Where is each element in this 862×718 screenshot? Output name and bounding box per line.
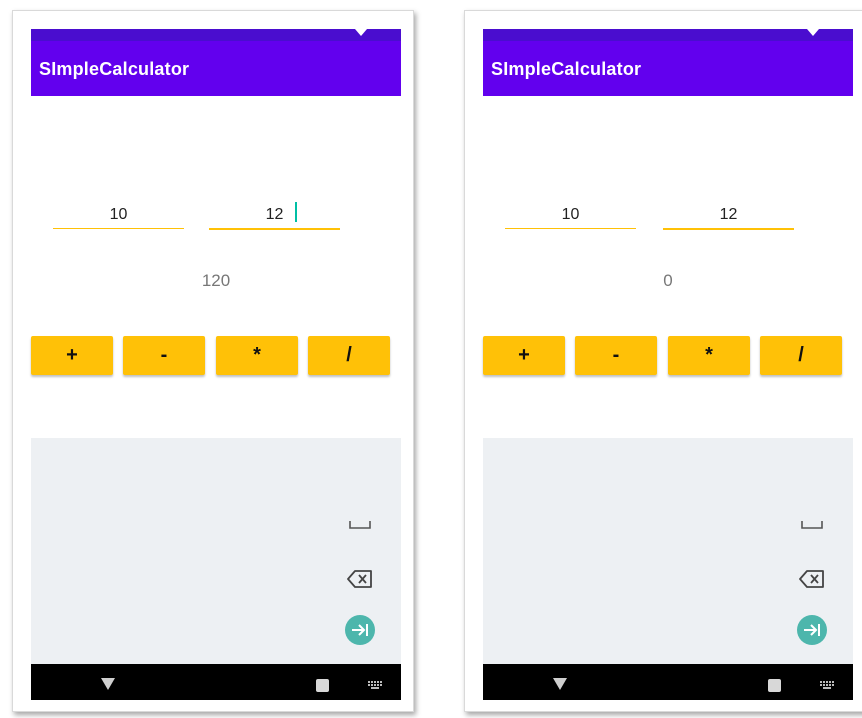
number1-input[interactable] xyxy=(53,201,184,229)
app-bar: SImpleCalculator xyxy=(483,41,853,96)
subtract-button[interactable]: - xyxy=(123,336,205,375)
status-bar xyxy=(31,29,401,41)
phone-screen-left: SImpleCalculator 120 + - * / xyxy=(12,10,414,712)
multiply-button[interactable]: * xyxy=(216,336,298,375)
divide-button[interactable]: / xyxy=(760,336,842,375)
number1-input[interactable] xyxy=(505,201,636,229)
divide-button[interactable]: / xyxy=(308,336,390,375)
next-icon[interactable] xyxy=(345,615,375,645)
soft-keyboard xyxy=(483,438,853,664)
multiply-button[interactable]: * xyxy=(668,336,750,375)
operator-buttons: + - * / xyxy=(483,336,845,376)
status-bar xyxy=(483,29,853,41)
subtract-button[interactable]: - xyxy=(575,336,657,375)
keyboard-switch-icon[interactable] xyxy=(820,681,834,689)
notification-indicator-icon xyxy=(355,29,367,36)
operator-buttons: + - * / xyxy=(31,336,393,376)
number2-input[interactable] xyxy=(663,201,794,230)
backspace-icon[interactable] xyxy=(347,569,373,589)
back-icon[interactable] xyxy=(553,678,567,690)
navigation-bar xyxy=(31,664,401,700)
keyboard-switch-icon[interactable] xyxy=(368,681,382,689)
space-icon[interactable] xyxy=(801,520,823,530)
notification-indicator-icon xyxy=(807,29,819,36)
add-button[interactable]: + xyxy=(31,336,113,375)
soft-keyboard xyxy=(31,438,401,664)
backspace-icon[interactable] xyxy=(799,569,825,589)
result-text: 120 xyxy=(201,271,231,290)
recent-apps-icon[interactable] xyxy=(316,679,329,692)
result-text: 0 xyxy=(663,271,673,290)
space-icon[interactable] xyxy=(349,520,371,530)
phone-screen-right: SImpleCalculator 0 + - * / xyxy=(464,10,862,712)
app-bar: SImpleCalculator xyxy=(31,41,401,96)
navigation-bar xyxy=(483,664,853,700)
back-icon[interactable] xyxy=(101,678,115,690)
app-title: SImpleCalculator xyxy=(39,59,190,79)
next-icon[interactable] xyxy=(797,615,827,645)
app-title: SImpleCalculator xyxy=(491,59,642,79)
number2-input[interactable] xyxy=(209,201,340,230)
recent-apps-icon[interactable] xyxy=(768,679,781,692)
add-button[interactable]: + xyxy=(483,336,565,375)
text-cursor xyxy=(295,202,297,222)
